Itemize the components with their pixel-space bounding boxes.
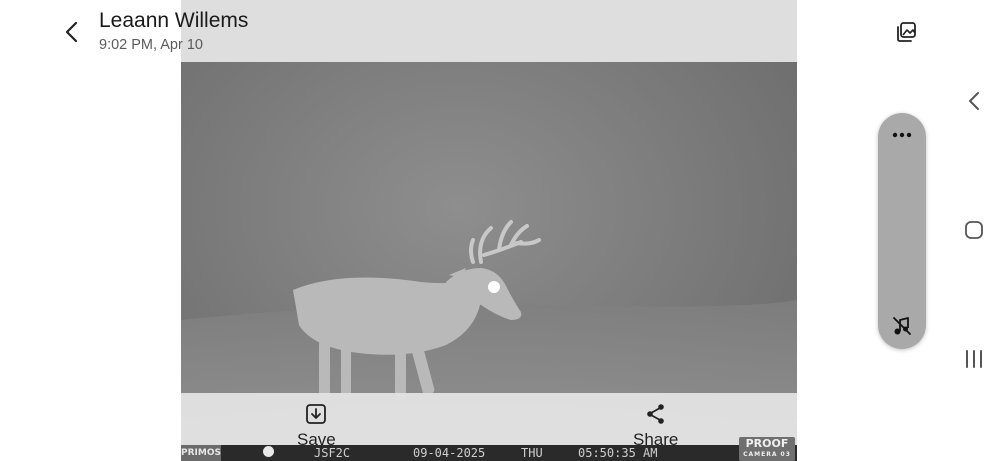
save-button[interactable]: Save xyxy=(297,403,336,450)
more-options-button[interactable] xyxy=(878,121,926,149)
mute-sound-button[interactable] xyxy=(878,311,926,341)
stamp-date: 09-04-2025 xyxy=(413,446,486,460)
conversation-title: Leaann Willems xyxy=(99,9,249,32)
stamp-time: 05:50:35 AM xyxy=(578,446,658,460)
share-icon xyxy=(646,404,664,424)
gallery-icon xyxy=(897,22,916,42)
photo-action-bar: Save Share xyxy=(181,393,797,449)
proof-logo-text: PROOF xyxy=(745,437,789,450)
nav-back-button[interactable] xyxy=(958,85,990,117)
camera-id: JSF2C xyxy=(314,446,351,460)
proof-logo-subtext: CAMERA 03 xyxy=(743,451,791,458)
chevron-left-icon xyxy=(65,21,78,43)
music-off-icon xyxy=(893,317,911,335)
floating-side-panel xyxy=(878,113,926,349)
nav-home-icon xyxy=(965,221,983,239)
more-horizontal-icon xyxy=(892,132,912,138)
message-timestamp: 9:02 PM, Apr 10 xyxy=(99,37,203,53)
proof-camera-logo: PROOF CAMERA 03 xyxy=(739,437,795,461)
gallery-button[interactable] xyxy=(890,16,922,48)
trail-camera-photo[interactable] xyxy=(181,0,797,461)
camera-info-stamp: PRIMOS JSF2C 09-04-2025 THU 05:50:35 AM … xyxy=(181,437,797,461)
photo-image xyxy=(181,0,797,461)
camera-brand-logo: PRIMOS xyxy=(181,445,221,461)
nav-recent-apps-button[interactable] xyxy=(958,343,990,375)
stamp-day: THU xyxy=(521,446,543,460)
nav-recent-icon xyxy=(966,350,982,368)
photo-top-overlay xyxy=(181,0,797,62)
moon-phase-icon xyxy=(263,446,274,457)
nav-back-icon xyxy=(969,92,979,110)
download-icon xyxy=(306,404,327,424)
back-button[interactable] xyxy=(56,14,88,50)
nav-home-button[interactable] xyxy=(958,214,990,246)
share-button[interactable]: Share xyxy=(633,403,678,450)
